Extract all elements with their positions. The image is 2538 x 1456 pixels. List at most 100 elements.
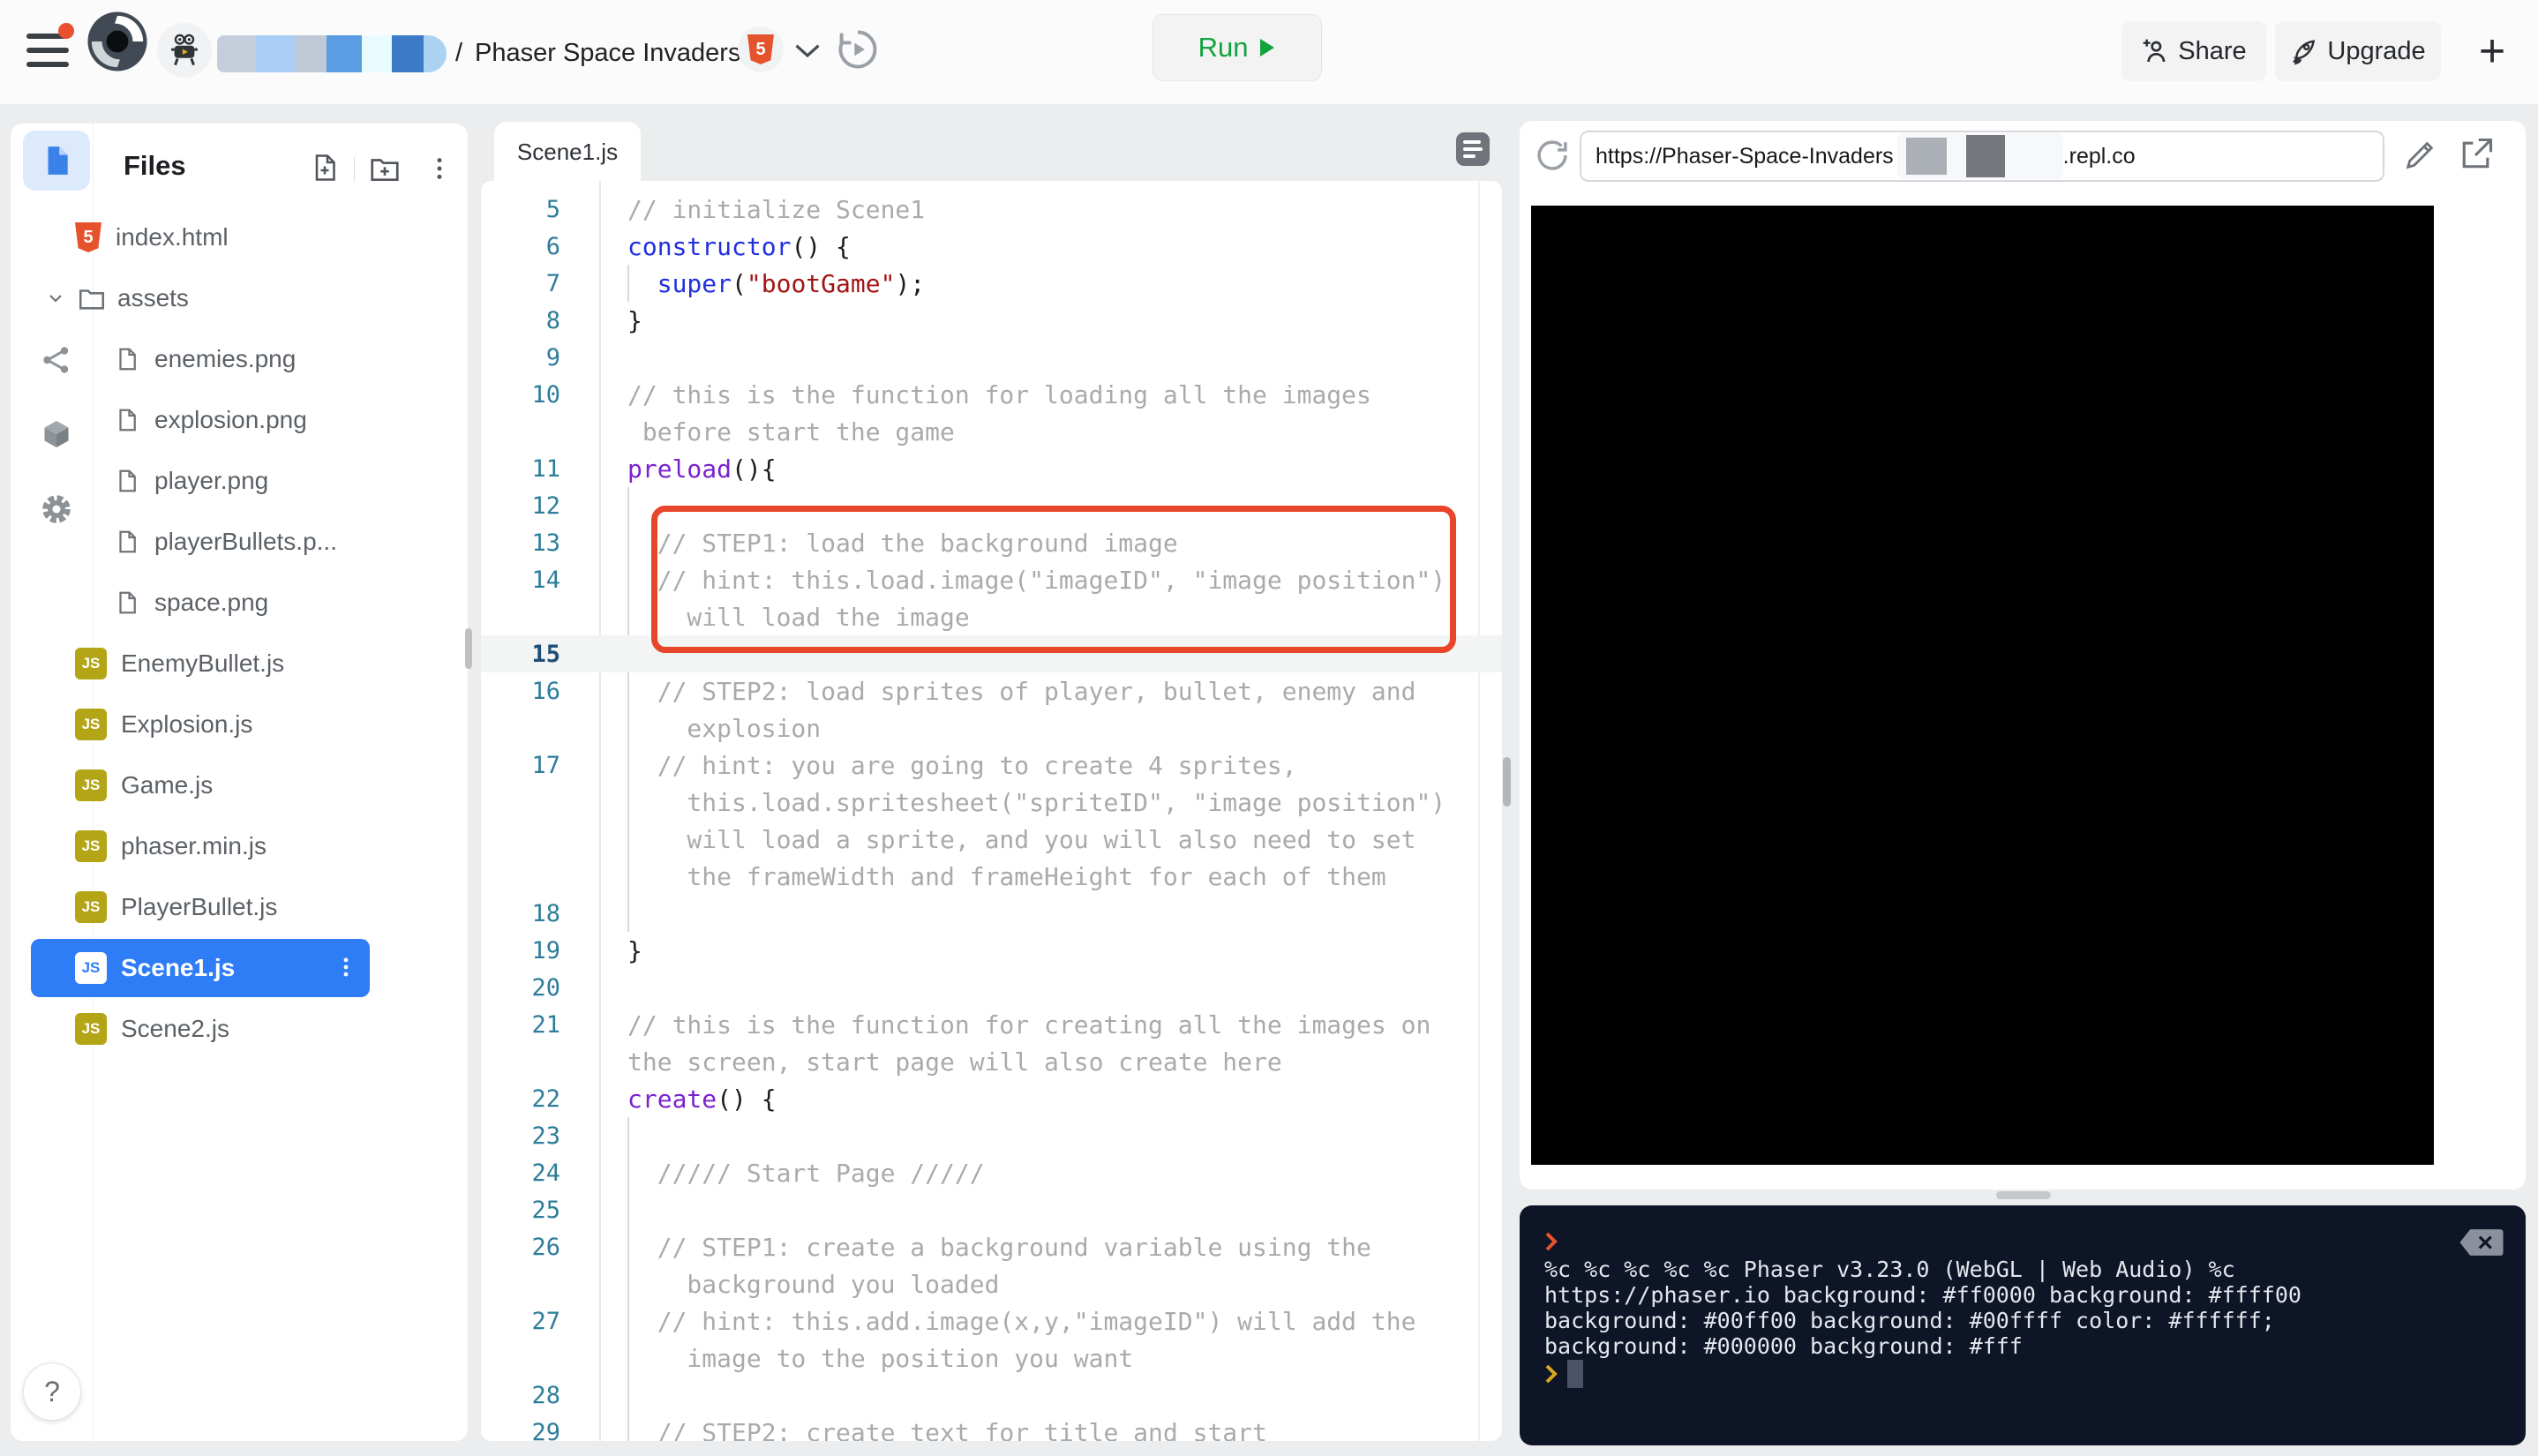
code-text: the frameWidth and frameHeight for each … [560, 862, 1386, 891]
line-number: 16 [481, 678, 560, 705]
file-label: enemies.png [154, 345, 296, 373]
file-row-playerbullets-p-[interactable]: playerBullets.p... [31, 513, 370, 571]
user-avatar[interactable] [157, 23, 212, 78]
code-line[interactable]: 18 [481, 895, 1502, 932]
files-panel-title: Files [124, 150, 186, 182]
file-list: 5index.html assets enemies.png explosion.pn… [11, 208, 468, 1061]
file-label: player.png [154, 467, 268, 495]
code-text: // STEP1: create a background variable u… [560, 1233, 1371, 1262]
share-button[interactable]: Share [2121, 21, 2266, 81]
code-text: // initialize Scene1 [560, 195, 925, 224]
code-line[interactable]: 22create() { [481, 1080, 1502, 1117]
edit-url-pencil-icon[interactable] [2402, 138, 2437, 173]
line-number: 19 [481, 937, 560, 964]
code-line[interactable]: 9 [481, 339, 1502, 376]
code-line[interactable]: this.load.spritesheet("spriteID", "image… [481, 784, 1502, 821]
console-drag-handle[interactable] [1996, 1191, 2051, 1199]
upgrade-button[interactable]: Upgrade [2275, 21, 2441, 81]
format-code-icon[interactable] [1456, 132, 1490, 166]
url-prefix: https://Phaser-Space-Invaders [1596, 144, 1894, 169]
clear-console-icon[interactable] [2459, 1228, 2504, 1257]
code-line[interactable]: 5// initialize Scene1 [481, 191, 1502, 228]
open-in-new-tab-icon[interactable] [2457, 135, 2496, 174]
code-line[interactable]: 8} [481, 302, 1502, 339]
files-scrollbar[interactable] [465, 628, 472, 669]
game-canvas[interactable] [1531, 206, 2434, 1165]
new-tab-button[interactable]: + [2471, 26, 2513, 76]
hamburger-menu-icon[interactable] [26, 34, 69, 69]
editor-scrollbar[interactable] [1503, 757, 1511, 807]
file-icon [114, 407, 140, 433]
topbar: / Phaser Space Invaders 5 Run Share [0, 0, 2538, 104]
tab-scene1[interactable]: Scene1.js [494, 122, 641, 182]
code-line[interactable]: background you loaded [481, 1265, 1502, 1302]
refresh-icon[interactable] [1534, 137, 1571, 174]
code-line[interactable]: 10// this is the function for loading al… [481, 376, 1502, 413]
help-button[interactable]: ? [23, 1362, 81, 1421]
redacted-username [217, 35, 447, 72]
console-log-line: background: #00ff00 background: #00ffff … [1544, 1308, 2480, 1333]
code-text: } [560, 936, 642, 965]
file-row-playerbullet-js[interactable]: JSPlayerBullet.js [31, 878, 370, 936]
file-row-assets[interactable]: assets [31, 269, 370, 327]
line-number: 22 [481, 1085, 560, 1113]
code-line[interactable]: 29 // STEP2: create text for title and s… [481, 1414, 1502, 1441]
sidebar-item-files[interactable] [23, 131, 90, 191]
files-menu-kebab-icon[interactable] [426, 155, 453, 182]
file-row-enemies-png[interactable]: enemies.png [31, 330, 370, 388]
file-row-explosion-js[interactable]: JSExplosion.js [31, 695, 370, 754]
line-number: 15 [481, 641, 560, 668]
console-panel[interactable]: %c %c %c %c %c Phaser v3.23.0 (WebGL | W… [1520, 1205, 2526, 1445]
file-row-game-js[interactable]: JSGame.js [31, 756, 370, 814]
console-prompt [1544, 1227, 2480, 1257]
chevron-down-icon[interactable] [794, 42, 821, 60]
notification-dot [58, 23, 74, 39]
code-text: super("bootGame"); [560, 269, 925, 298]
code-line[interactable]: 7 super("bootGame"); [481, 265, 1502, 302]
code-line[interactable]: 25 [481, 1191, 1502, 1228]
code-line[interactable]: 21// this is the function for creating a… [481, 1006, 1502, 1043]
code-line[interactable]: 26 // STEP1: create a background variabl… [481, 1228, 1502, 1265]
code-line[interactable]: before start the game [481, 413, 1502, 450]
file-icon [114, 346, 140, 372]
line-number: 9 [481, 344, 560, 372]
file-row-enemybullet-js[interactable]: JSEnemyBullet.js [31, 634, 370, 693]
code-line[interactable]: the frameWidth and frameHeight for each … [481, 858, 1502, 895]
code-line[interactable]: the screen, start page will also create … [481, 1043, 1502, 1080]
code-line[interactable]: 28 [481, 1377, 1502, 1414]
add-folder-icon[interactable] [368, 152, 402, 185]
run-button[interactable]: Run [1153, 14, 1322, 81]
add-file-icon[interactable] [309, 152, 341, 184]
file-row-explosion-png[interactable]: explosion.png [31, 391, 370, 449]
code-line[interactable]: 6constructor() { [481, 228, 1502, 265]
file-kebab-icon[interactable] [334, 951, 357, 983]
console-cursor [1567, 1360, 1583, 1388]
replit-logo[interactable] [86, 11, 148, 72]
code-line[interactable]: 19} [481, 932, 1502, 969]
code-line[interactable]: 20 [481, 969, 1502, 1006]
code-editor[interactable]: 5// initialize Scene16constructor() {7 s… [481, 181, 1502, 1441]
console-input-line[interactable] [1544, 1359, 2480, 1389]
file-row-index-html[interactable]: 5index.html [31, 208, 370, 266]
file-label: assets [117, 284, 189, 312]
history-icon[interactable] [835, 26, 881, 72]
file-row-scene1-js[interactable]: JSScene1.js [31, 939, 370, 997]
code-line[interactable]: 24 ///// Start Page ///// [481, 1154, 1502, 1191]
code-line[interactable]: will load a sprite, and you will also ne… [481, 821, 1502, 858]
file-row-space-png[interactable]: space.png [31, 574, 370, 632]
code-line[interactable]: explosion [481, 709, 1502, 747]
file-row-phaser-min-js[interactable]: JSphaser.min.js [31, 817, 370, 875]
file-row-scene2-js[interactable]: JSScene2.js [31, 1000, 370, 1058]
file-row-player-png[interactable]: player.png [31, 452, 370, 510]
code-line[interactable]: 27 // hint: this.add.image(x,y,"imageID"… [481, 1302, 1502, 1340]
code-line[interactable]: 16 // STEP2: load sprites of player, bul… [481, 672, 1502, 709]
project-title[interactable]: Phaser Space Invaders [475, 39, 740, 68]
url-input[interactable]: https://Phaser-Space-Invaders.repl.co [1580, 131, 2384, 182]
code-line[interactable]: 23 [481, 1117, 1502, 1154]
code-line[interactable]: 11preload(){ [481, 450, 1502, 487]
line-number: 24 [481, 1160, 560, 1187]
line-number: 11 [481, 455, 560, 483]
code-line[interactable]: image to the position you want [481, 1340, 1502, 1377]
line-number: 8 [481, 307, 560, 334]
code-line[interactable]: 17 // hint: you are going to create 4 sp… [481, 747, 1502, 784]
